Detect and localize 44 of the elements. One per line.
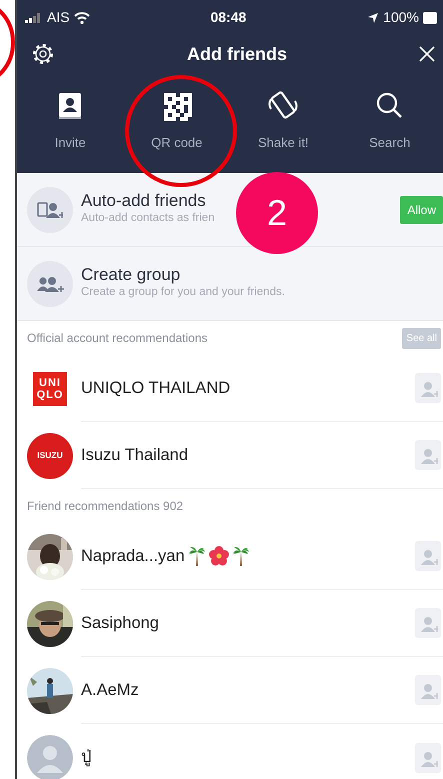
close-icon[interactable] — [418, 46, 435, 62]
carrier-name: AIS — [47, 8, 70, 27]
add-friend-button[interactable] — [415, 608, 441, 638]
battery-icon — [422, 12, 437, 24]
person-add-icon — [418, 446, 438, 464]
section-heading: Friend recommendations 902 — [27, 498, 184, 515]
add-friend-button[interactable] — [415, 675, 441, 705]
contact-name: ปู่ — [81, 748, 91, 767]
avatar-silhouette-icon — [27, 734, 73, 779]
add-friend-button[interactable] — [415, 373, 441, 403]
person-add-icon — [418, 614, 438, 632]
brand-logo: ISUZU — [27, 432, 73, 478]
tab-button[interactable]: Search — [336, 83, 443, 173]
contact-name: Naprada...yan — [81, 546, 185, 566]
flower-icon — [208, 546, 229, 566]
tab-button[interactable]: Shake it! — [230, 83, 336, 173]
add-friend-button[interactable] — [415, 541, 441, 571]
action-title: Create group — [81, 266, 180, 284]
window-title: Add friends — [186, 42, 287, 66]
tab-button[interactable]: QR code — [124, 83, 230, 173]
wifi-icon — [74, 12, 90, 24]
contact-name: Isuzu Thailand — [81, 446, 188, 464]
contact-name: Sasiphong — [81, 614, 159, 632]
palm-tree-icon — [188, 546, 205, 566]
settings-icon[interactable] — [31, 42, 55, 66]
palm-tree-icon — [232, 546, 249, 566]
person-add-icon — [418, 379, 438, 397]
action-title: Auto-add friends — [81, 192, 206, 210]
action-subtitle: Create a group for you and your friends. — [81, 285, 285, 300]
signal-icon — [25, 12, 43, 22]
person-add-icon — [418, 681, 438, 699]
location-icon — [367, 12, 380, 24]
add-friend-button[interactable] — [415, 742, 441, 772]
status-time: 08:48 — [210, 8, 246, 27]
person-add-icon — [418, 547, 438, 565]
action-subtitle: Auto-add contacts as frien — [81, 211, 215, 226]
section-heading: Official account recommendations — [27, 330, 208, 347]
tab-button[interactable]: Invite — [17, 83, 124, 173]
add-friend-button[interactable] — [415, 440, 441, 470]
contact-name: UNIQLO THAILAND — [81, 378, 230, 398]
battery-level: 100% — [383, 8, 419, 27]
brand-logo: UNI QLO — [33, 372, 67, 406]
contact-name: A.AeMz — [81, 680, 139, 700]
phone-contact-add-icon — [37, 200, 63, 220]
